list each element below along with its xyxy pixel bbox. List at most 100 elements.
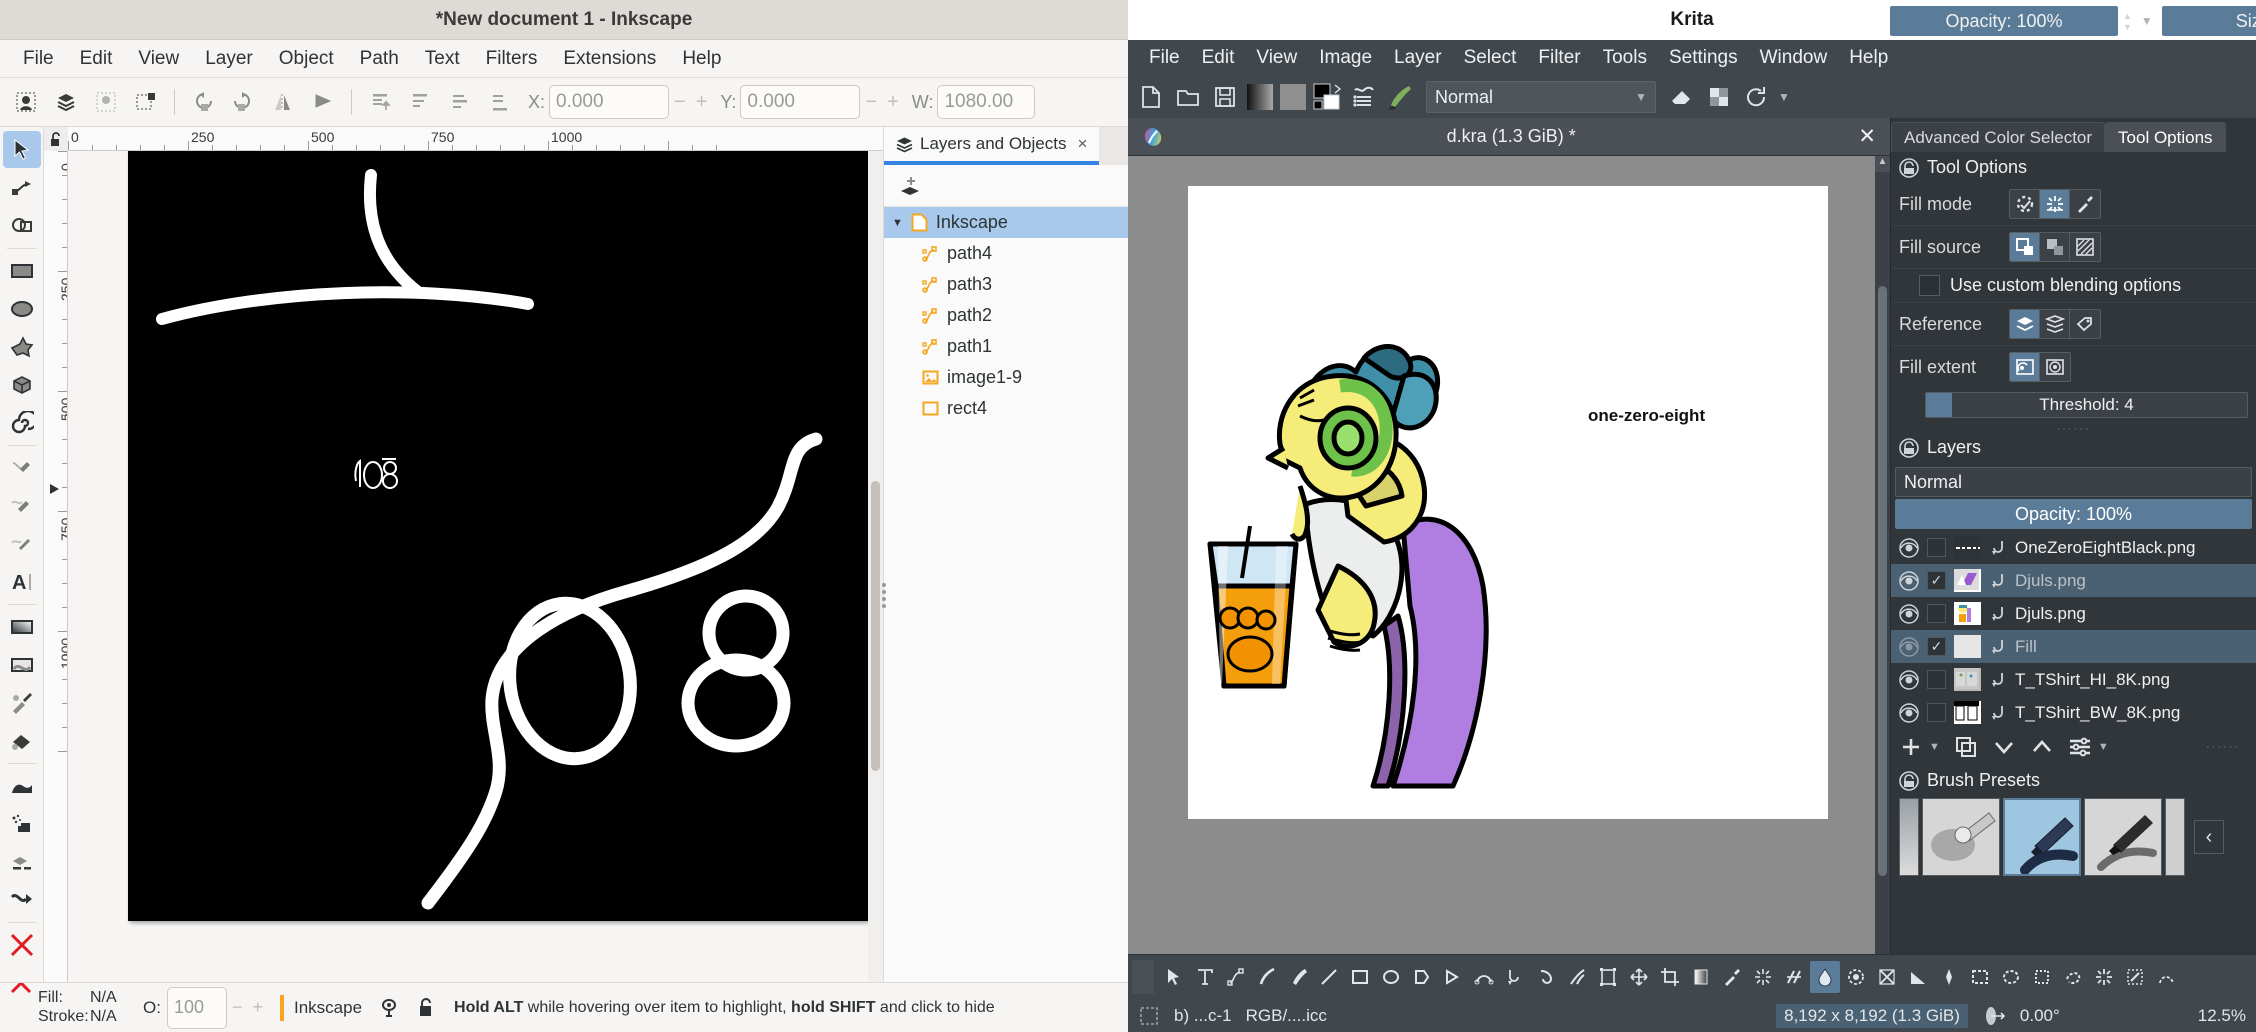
- reference-images-tool[interactable]: [1934, 961, 1964, 993]
- x-input[interactable]: 0.000: [549, 85, 669, 119]
- contiguous-select-tool[interactable]: [2089, 961, 2119, 993]
- krita-menu-view[interactable]: View: [1245, 45, 1308, 71]
- color-sampler-tool[interactable]: [1717, 961, 1747, 993]
- eraser-tool[interactable]: [3, 843, 41, 880]
- layer-alpha-lock-checkbox[interactable]: [1927, 604, 1946, 623]
- inherit-alpha-icon[interactable]: [1989, 539, 2007, 557]
- layer-row-fill[interactable]: ✓ Fill: [1891, 630, 2256, 663]
- pattern-icon[interactable]: [2070, 233, 2100, 261]
- measure-tool[interactable]: [1903, 961, 1933, 993]
- dock-toolbar[interactable]: [884, 165, 1128, 207]
- save-document-icon[interactable]: [1208, 80, 1242, 114]
- eye-icon[interactable]: [1899, 538, 1919, 558]
- 3dbox-tool[interactable]: [3, 366, 41, 403]
- menu-layer[interactable]: Layer: [192, 46, 266, 72]
- select-all-layers-icon[interactable]: [48, 84, 84, 120]
- polyline-tool[interactable]: [1438, 961, 1468, 993]
- polygon-tool[interactable]: [1407, 961, 1437, 993]
- eye-icon[interactable]: [1899, 703, 1919, 723]
- current-layer-label[interactable]: Inkscape: [294, 998, 362, 1018]
- lower-to-bottom-icon[interactable]: [482, 84, 518, 120]
- vertical-scrollbar-thumb[interactable]: [871, 481, 880, 771]
- eye-icon[interactable]: [1899, 571, 1919, 591]
- y-minus[interactable]: −: [860, 91, 882, 114]
- pattern-preview-icon[interactable]: [1278, 80, 1308, 114]
- inherit-alpha-icon[interactable]: [1989, 671, 2007, 689]
- rotate-cw-icon[interactable]: [225, 84, 261, 120]
- dock-resize-grip[interactable]: [879, 580, 889, 614]
- all-layers-icon[interactable]: [2040, 310, 2070, 338]
- x-stepper[interactable]: − +: [669, 91, 712, 114]
- layer-row-rect4[interactable]: rect4: [884, 393, 1128, 424]
- fill-extent-segmented[interactable]: [2009, 352, 2071, 382]
- y-stepper[interactable]: − +: [860, 91, 903, 114]
- eye-icon[interactable]: [1899, 604, 1919, 624]
- move-tool[interactable]: [1624, 961, 1654, 993]
- opacity-dropdown-icon[interactable]: ▼: [2141, 14, 2153, 28]
- mesh-gradient-tool[interactable]: [3, 646, 41, 683]
- layer-lock-icon[interactable]: [416, 997, 436, 1019]
- rect-select-tool[interactable]: [1965, 961, 1995, 993]
- inherit-alpha-icon[interactable]: [1989, 638, 2007, 656]
- background-color-icon[interactable]: [2040, 233, 2070, 261]
- fill-mode-segmented[interactable]: [2009, 189, 2101, 219]
- calligraphy-tool[interactable]: [1252, 961, 1282, 993]
- enclose-fill-tool[interactable]: [1841, 961, 1871, 993]
- krita-menubar[interactable]: File Edit View Image Layer Select Filter…: [1128, 40, 2256, 76]
- crop-tool[interactable]: [1655, 961, 1685, 993]
- fill-selection-icon[interactable]: [2010, 353, 2040, 381]
- layer-row-path4[interactable]: path4: [884, 238, 1128, 269]
- fill-whole-icon[interactable]: [2040, 353, 2070, 381]
- brush-preset-basic-airbrush[interactable]: [1922, 798, 2000, 876]
- selection-status-icon[interactable]: [1138, 1005, 1160, 1027]
- star-tool[interactable]: [3, 328, 41, 365]
- layer-blend-mode[interactable]: Normal: [1895, 467, 2252, 497]
- brush-preset-icon[interactable]: [1385, 80, 1417, 114]
- layer-alpha-lock-checkbox[interactable]: ✓: [1927, 571, 1946, 590]
- menu-extensions[interactable]: Extensions: [550, 46, 669, 72]
- new-document-icon[interactable]: [1134, 80, 1168, 114]
- freehand-brush-tool[interactable]: [1283, 961, 1313, 993]
- open-document-icon[interactable]: [1171, 80, 1205, 114]
- opacity-slider[interactable]: Opacity: 100%: [1890, 6, 2118, 36]
- gradient-tool[interactable]: [1686, 961, 1716, 993]
- bezier-select-tool[interactable]: [2151, 961, 2181, 993]
- preserve-alpha-icon[interactable]: [1702, 80, 1736, 114]
- ellipse-tool[interactable]: [1376, 961, 1406, 993]
- y-input[interactable]: 0.000: [740, 85, 860, 119]
- node-tool[interactable]: [3, 169, 41, 206]
- brush-prev-icon[interactable]: ‹: [2194, 820, 2224, 854]
- raise-icon[interactable]: [402, 84, 438, 120]
- krita-scrollbar-thumb[interactable]: [1878, 286, 1887, 876]
- lock-icon[interactable]: [1899, 158, 1919, 178]
- size-slider[interactable]: Size:: [2162, 6, 2256, 36]
- move-layer-down-icon[interactable]: [1992, 735, 2016, 759]
- color-picker-fill-icon[interactable]: [2070, 190, 2100, 218]
- w-input[interactable]: 1080.00: [937, 85, 1035, 119]
- krita-menu-file[interactable]: File: [1138, 45, 1191, 71]
- fg-bg-color-icon[interactable]: [1311, 80, 1345, 114]
- layer-alpha-lock-checkbox[interactable]: [1927, 670, 1946, 689]
- document-dimensions[interactable]: 8,192 x 8,192 (1.3 GiB): [1776, 1004, 1968, 1028]
- layer-row-tshirt-hi[interactable]: T_TShirt_HI_8K.png: [1891, 663, 2256, 696]
- inherit-alpha-icon[interactable]: [1989, 605, 2007, 623]
- menu-view[interactable]: View: [125, 46, 192, 72]
- tab-tool-options[interactable]: Tool Options: [2105, 122, 2226, 152]
- docker-tab-row[interactable]: Advanced Color Selector Tool Options: [1891, 118, 2256, 152]
- add-layer-icon[interactable]: [1899, 735, 1923, 759]
- select-same-icon[interactable]: [128, 84, 164, 120]
- brush-presets-strip[interactable]: ‹: [1891, 796, 2256, 878]
- krita-canvas[interactable]: one-zero-eight: [1128, 156, 1875, 1032]
- inkscape-menubar[interactable]: File Edit View Layer Object Path Text Fi…: [0, 40, 1128, 78]
- y-plus[interactable]: +: [882, 91, 904, 114]
- menu-filters[interactable]: Filters: [473, 46, 551, 72]
- menu-file[interactable]: File: [10, 46, 67, 72]
- inkscape-toolbox[interactable]: A: [0, 127, 44, 1032]
- rotation-icon[interactable]: [1982, 1005, 2006, 1027]
- add-layer-dropdown-icon[interactable]: ▼: [1929, 741, 1940, 753]
- krita-menu-window[interactable]: Window: [1749, 45, 1839, 71]
- connector-tool[interactable]: [3, 881, 41, 918]
- pen-tool[interactable]: [3, 449, 41, 486]
- edit-shapes-tool[interactable]: [1221, 961, 1251, 993]
- menu-object[interactable]: Object: [266, 46, 347, 72]
